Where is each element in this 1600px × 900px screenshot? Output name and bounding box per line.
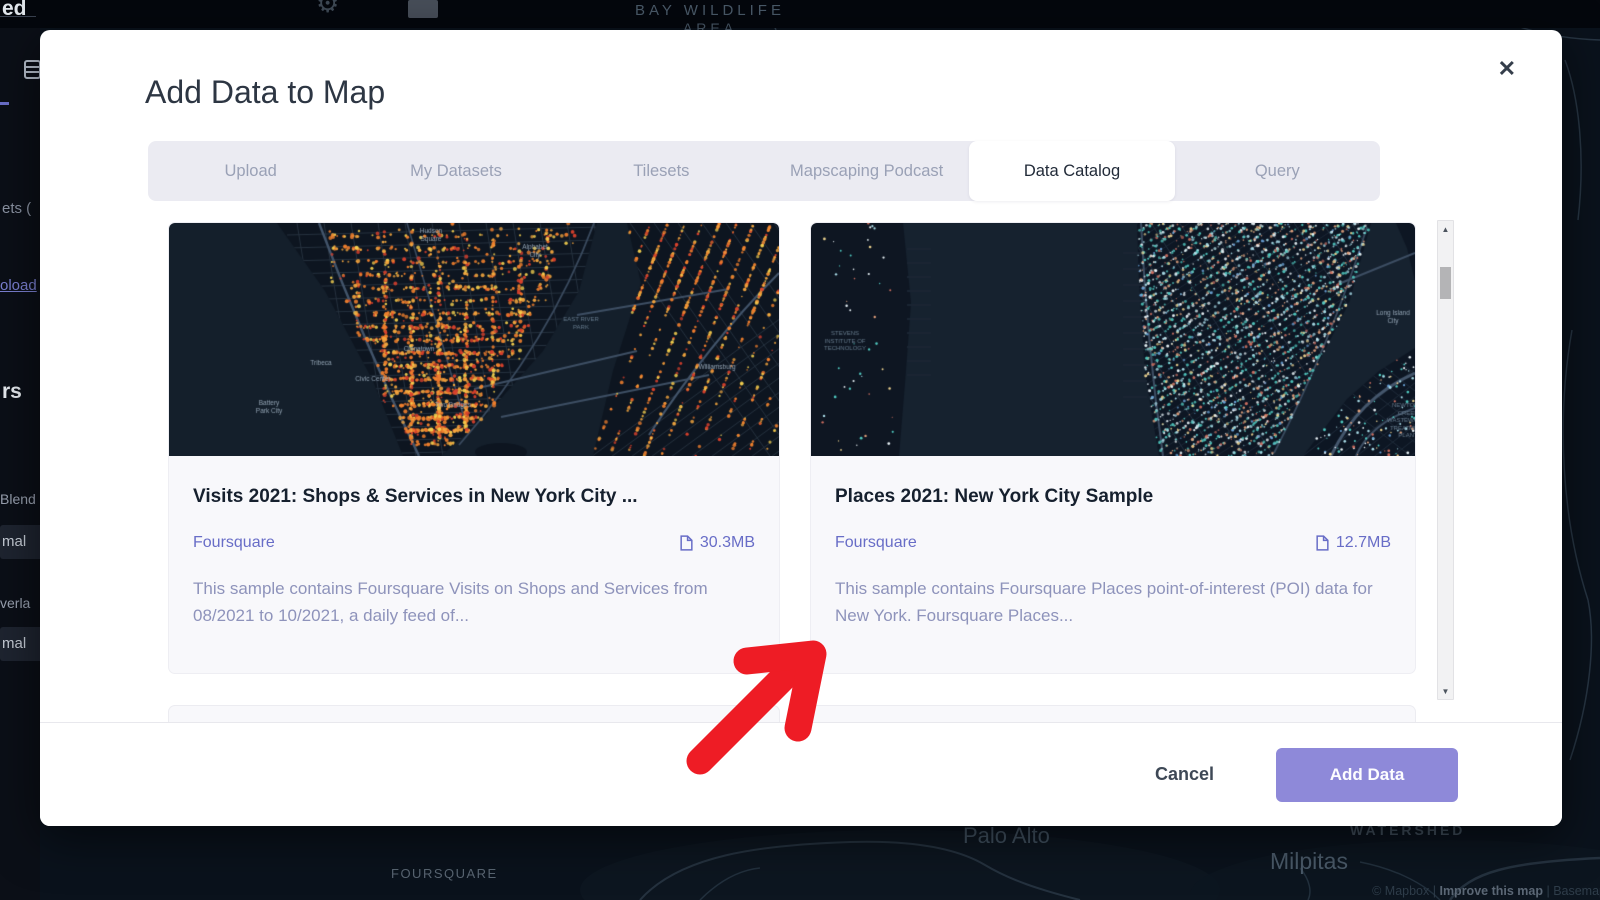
modal-tab-bar: Upload My Datasets Tilesets Mapscaping P… (148, 141, 1380, 201)
sidebar-datasets-fragment: ets ( (2, 200, 32, 217)
background-title-fragment: ed (2, 0, 27, 20)
background-top-bar: ed ⚙ BAY WILDLIFE AREA (0, 0, 1600, 36)
sidebar-active-tab-indicator (0, 102, 9, 105)
map-label-palo-alto: Palo Alto (963, 823, 1050, 848)
dataset-card-visits-2021[interactable]: Visits 2021: Shops & Services in New Yor… (168, 222, 780, 674)
tab-query[interactable]: Query (1175, 141, 1380, 201)
sidebar-blending-dropdown: mal (0, 525, 40, 559)
sidebar-layer-blending-fragment: Blend (0, 491, 36, 507)
tab-mapscaping-podcast[interactable]: Mapscaping Podcast (764, 141, 969, 201)
add-data-button[interactable]: Add Data (1276, 747, 1458, 802)
map-label-bay-wildlife: BAY WILDLIFE (635, 2, 785, 19)
tab-my-datasets[interactable]: My Datasets (353, 141, 558, 201)
attribution-separator: | (1546, 884, 1550, 898)
dataset-thumbnail-visits-map (169, 223, 779, 456)
sidebar-upload-link-fragment: oload (0, 277, 37, 294)
file-icon (680, 535, 693, 551)
modal-footer: Cancel Add Data (40, 722, 1562, 826)
dataset-size-text: 12.7MB (1335, 534, 1391, 551)
dropdown-value-fragment: mal (2, 533, 27, 550)
next-row-card-stub (810, 705, 1416, 722)
dataset-filesize: 30.3MB (680, 534, 755, 552)
next-row-card-stub (168, 705, 780, 722)
attribution-improve-link: Improve this map (1439, 884, 1543, 898)
dataset-filesize: 12.7MB (1316, 534, 1391, 552)
scrollbar-thumb[interactable] (1440, 267, 1451, 299)
catalog-scrollbar[interactable]: ▲ ▼ (1437, 220, 1454, 700)
scrollbar-up-arrow[interactable]: ▲ (1438, 221, 1453, 237)
tab-data-catalog[interactable]: Data Catalog (969, 141, 1175, 201)
sidebar-overlay-dropdown: mal (0, 627, 40, 661)
tab-upload[interactable]: Upload (148, 141, 353, 201)
toolbar-button-fragment (408, 0, 438, 18)
close-icon[interactable]: ✕ (1498, 58, 1516, 80)
attribution-separator: | (1432, 884, 1436, 898)
modal-title: Add Data to Map (145, 74, 386, 110)
datasets-table-icon (24, 60, 41, 79)
background-sidebar: ets ( oload rs Blend mal verla mal (0, 28, 41, 900)
map-label-foursquare: FOURSQUARE (391, 866, 498, 881)
dataset-card-places-2021[interactable]: Places 2021: New York City Sample Foursq… (810, 222, 1416, 674)
dataset-description: This sample contains Foursquare Visits o… (193, 579, 708, 625)
map-attribution: © Mapbox | Improve this map | Basemap (1372, 884, 1600, 898)
dropdown-value-fragment: mal (2, 635, 27, 652)
cancel-button[interactable]: Cancel (1155, 764, 1214, 785)
dataset-title: Places 2021: New York City Sample (835, 486, 1154, 507)
settings-gear-icon: ⚙ (316, 0, 340, 18)
attribution-copyright: © Mapbox (1372, 884, 1430, 898)
add-data-modal: ✕ Add Data to Map Upload My Datasets Til… (40, 30, 1562, 826)
dataset-thumbnail-places-map (811, 223, 1415, 456)
dataset-title: Visits 2021: Shops & Services in New Yor… (193, 486, 638, 507)
dataset-description: This sample contains Foursquare Places p… (835, 579, 1373, 625)
map-label-milpitas: Milpitas (1270, 848, 1348, 874)
attribution-basemap: Basemap (1553, 884, 1600, 898)
tab-tilesets[interactable]: Tilesets (559, 141, 764, 201)
dataset-size-text: 30.3MB (699, 534, 755, 551)
dataset-provider: Foursquare (193, 534, 275, 551)
file-icon (1316, 535, 1329, 551)
sidebar-overlay-blending-fragment: verla (0, 595, 31, 611)
dataset-provider: Foursquare (835, 534, 917, 551)
sidebar-layers-heading-fragment: rs (2, 380, 22, 403)
scrollbar-down-arrow[interactable]: ▼ (1438, 683, 1453, 699)
background-title-underline (0, 16, 36, 17)
catalog-scroll-area: Visits 2021: Shops & Services in New Yor… (40, 218, 1562, 722)
